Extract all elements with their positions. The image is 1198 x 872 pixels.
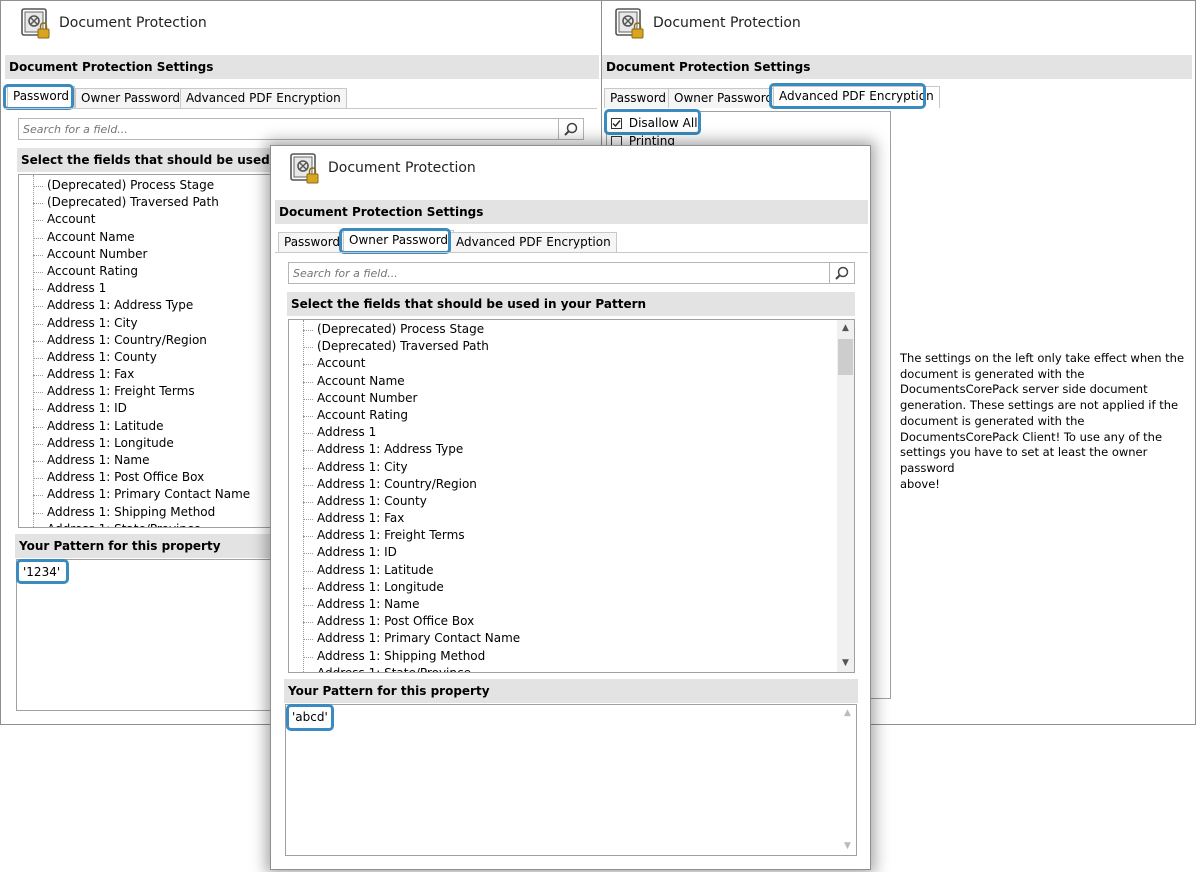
search-box xyxy=(288,262,855,284)
pattern-value: 'abcd' xyxy=(292,710,328,724)
tree-item[interactable]: Account xyxy=(289,355,854,372)
info-line: above! xyxy=(900,476,940,491)
info-line: document is generated with the xyxy=(900,366,1085,381)
tree-item[interactable]: (Deprecated) Process Stage xyxy=(289,321,854,338)
tab-owner-password[interactable]: Owner Password xyxy=(75,88,187,108)
tree-item[interactable]: Address 1: City xyxy=(289,459,854,476)
info-line: DocumentsCorePack server side document xyxy=(900,382,1148,397)
tab-owner-password[interactable]: Owner Password xyxy=(343,230,455,252)
tree-item[interactable]: Account Number xyxy=(289,390,854,407)
search-box xyxy=(18,118,584,140)
fields-heading: Select the fields that should be used in… xyxy=(287,292,855,316)
tree-item[interactable]: Address 1: Fax xyxy=(289,510,854,527)
pattern-scrollbar[interactable]: ▲ ▼ xyxy=(839,705,856,855)
tab-advanced-encryption[interactable]: Advanced PDF Encryption xyxy=(180,88,347,108)
tab-owner-password[interactable]: Owner Password xyxy=(668,88,780,108)
titlebar: Document Protection xyxy=(271,146,870,192)
section-title: Document Protection Settings xyxy=(5,55,599,79)
chevron-up-icon[interactable]: ▲ xyxy=(837,320,854,337)
tree-item[interactable]: Address 1: Longitude xyxy=(289,579,854,596)
tab-password[interactable]: Password xyxy=(604,88,673,108)
info-line: document is generated with the xyxy=(900,413,1085,428)
safe-lock-icon xyxy=(21,8,50,39)
titlebar: Document Protection xyxy=(1,1,602,47)
window-owner-password: Document Protection Document Protection … xyxy=(270,145,871,870)
tree-item[interactable]: Address 1: Shipping Method xyxy=(289,648,854,665)
info-line: DocumentsCorePack Client! To use any of … xyxy=(900,429,1163,444)
tab-password[interactable]: Password xyxy=(7,86,76,108)
tree-item[interactable]: Address 1: Name xyxy=(289,596,854,613)
disallow-all-checkbox[interactable] xyxy=(611,118,622,129)
chevron-up-icon[interactable]: ▲ xyxy=(839,705,856,722)
info-line: settings you have to set at least the ow… xyxy=(900,445,1148,475)
field-list: (Deprecated) Process Stage (Deprecated) T… xyxy=(289,321,854,672)
field-tree: (Deprecated) Process Stage (Deprecated) T… xyxy=(288,319,855,673)
tree-item[interactable]: Account Name xyxy=(289,373,854,390)
tree-item[interactable]: Address 1 xyxy=(289,424,854,441)
tab-advanced-encryption[interactable]: Advanced PDF Encryption xyxy=(450,232,617,252)
disallow-all-row[interactable]: Disallow All xyxy=(611,116,698,130)
tab-advanced-encryption[interactable]: Advanced PDF Encryption xyxy=(773,86,940,108)
titlebar: Document Protection xyxy=(602,1,1195,47)
chevron-down-icon[interactable]: ▼ xyxy=(839,838,856,855)
tree-item[interactable]: (Deprecated) Traversed Path xyxy=(289,338,854,355)
tree-item[interactable]: Address 1: ID xyxy=(289,544,854,561)
disallow-all-label: Disallow All xyxy=(628,116,698,130)
checkmark-icon xyxy=(612,120,621,128)
section-title: Document Protection Settings xyxy=(602,55,1192,79)
field-scrollbar[interactable]: ▲ ▼ xyxy=(837,320,854,672)
tree-item[interactable]: Address 1: Latitude xyxy=(289,562,854,579)
search-input[interactable] xyxy=(19,119,559,139)
info-text: The settings on the left only take effec… xyxy=(900,351,1194,492)
tree-item[interactable]: Address 1: Address Type xyxy=(289,441,854,458)
tree-item[interactable]: Address 1: Country/Region xyxy=(289,476,854,493)
chevron-down-icon[interactable]: ▼ xyxy=(837,655,854,672)
window-title: Document Protection xyxy=(59,15,207,31)
tree-item[interactable]: Address 1: Freight Terms xyxy=(289,527,854,544)
pattern-value: '1234' xyxy=(23,565,61,579)
pattern-box[interactable]: 'abcd' ▲ ▼ xyxy=(285,704,857,856)
window-title: Document Protection xyxy=(653,15,801,31)
info-line: generation. These settings are not appli… xyxy=(900,398,1179,413)
search-button[interactable] xyxy=(829,263,854,283)
tree-item[interactable]: Address 1: Post Office Box xyxy=(289,613,854,630)
info-line: The settings on the left only take effec… xyxy=(900,351,1185,365)
scroll-thumb[interactable] xyxy=(838,339,853,375)
search-icon xyxy=(835,266,849,280)
search-input[interactable] xyxy=(289,263,830,283)
tab-underline xyxy=(5,108,597,109)
safe-lock-icon xyxy=(615,8,644,39)
tree-item[interactable]: Address 1: State/Province xyxy=(289,665,854,672)
tree-item[interactable]: Address 1: Primary Contact Name xyxy=(289,630,854,647)
tree-item[interactable]: Address 1: County xyxy=(289,493,854,510)
tab-underline xyxy=(275,252,868,253)
safe-lock-icon xyxy=(290,153,319,184)
search-button[interactable] xyxy=(558,119,583,139)
tab-password[interactable]: Password xyxy=(278,232,347,252)
window-title: Document Protection xyxy=(328,160,476,176)
search-icon xyxy=(564,122,578,136)
tree-item[interactable]: Account Rating xyxy=(289,407,854,424)
pattern-heading: Your Pattern for this property xyxy=(284,679,858,703)
section-title: Document Protection Settings xyxy=(275,200,868,224)
